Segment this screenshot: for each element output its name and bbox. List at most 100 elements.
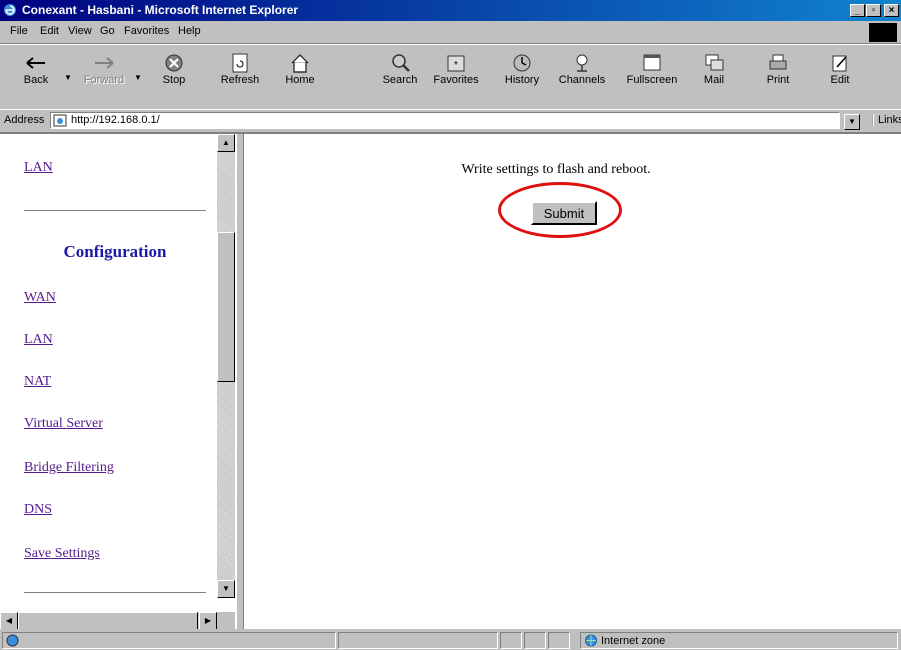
favorites-button[interactable]: * Favorites: [430, 49, 482, 103]
refresh-button[interactable]: Refresh: [214, 49, 266, 103]
address-input[interactable]: http://192.168.0.1/: [50, 112, 840, 129]
sidebar-divider-bottom: [24, 592, 206, 594]
home-label: Home: [285, 74, 315, 86]
forward-dropdown-icon[interactable]: ▼: [134, 73, 142, 82]
scroll-left-icon[interactable]: ◀: [0, 612, 18, 629]
toolbar: Back ▼ Forward ▼ Stop Refresh Home Searc…: [0, 44, 901, 110]
status-bar: Internet zone: [0, 630, 901, 650]
maximize-button[interactable]: ▫: [866, 4, 881, 17]
address-bar: Address http://192.168.0.1/ ▼ Links: [0, 109, 901, 133]
sidebar-link-lan[interactable]: LAN: [24, 332, 53, 348]
sidebar-link-lan-top[interactable]: LAN: [24, 160, 53, 176]
print-button[interactable]: Print: [752, 49, 804, 103]
back-dropdown-icon[interactable]: ▼: [64, 73, 72, 82]
ie-logo-icon: [4, 4, 16, 16]
status-panel-4: [524, 632, 546, 649]
sidebar-link-wan[interactable]: WAN: [24, 290, 56, 306]
back-label: Back: [23, 74, 49, 86]
menu-go[interactable]: Go: [100, 25, 115, 37]
home-icon: [291, 54, 309, 73]
search-icon: [392, 54, 410, 72]
scroll-right-icon[interactable]: ▶: [199, 612, 217, 629]
fullscreen-button[interactable]: Fullscreen: [626, 49, 678, 103]
menu-help[interactable]: Help: [178, 25, 201, 37]
mail-icon: [705, 54, 724, 71]
history-label: History: [504, 74, 540, 86]
print-icon: [769, 54, 787, 70]
edit-label: Edit: [830, 74, 850, 86]
channels-icon: [576, 54, 588, 72]
minimize-button[interactable]: _: [850, 4, 865, 17]
stop-label: Stop: [162, 74, 186, 86]
highlight-circle: [498, 182, 622, 238]
internet-zone-label: Internet zone: [601, 635, 666, 647]
refresh-label: Refresh: [220, 74, 260, 86]
address-url: http://192.168.0.1/: [71, 114, 160, 126]
sidebar-heading: Configuration: [63, 242, 167, 261]
forward-button[interactable]: Forward: [78, 49, 130, 103]
sidebar-link-nat[interactable]: NAT: [24, 374, 51, 390]
close-button[interactable]: ×: [884, 4, 899, 17]
page-status-icon: [6, 634, 19, 647]
frame-splitter[interactable]: [236, 134, 244, 629]
status-panel-3: [500, 632, 522, 649]
svg-text:*: *: [454, 60, 458, 71]
forward-arrow-icon: [95, 57, 114, 69]
sidebar-divider-top: [24, 210, 206, 212]
mail-label: Mail: [703, 74, 725, 86]
search-button[interactable]: Search: [374, 49, 426, 103]
menu-bar: File Edit View Go Favorites Help: [0, 22, 901, 44]
status-panel-2: [338, 632, 498, 649]
back-button[interactable]: Back: [10, 49, 62, 103]
scroll-up-icon[interactable]: ▲: [217, 134, 235, 152]
status-panel-main: [2, 632, 336, 649]
channels-button[interactable]: Channels: [556, 49, 608, 103]
menu-view[interactable]: View: [68, 25, 92, 37]
sidebar-vertical-scrollbar[interactable]: ▲ ▼: [217, 134, 235, 598]
title-bar[interactable]: Conexant - Hasbani - Microsoft Internet …: [0, 0, 901, 21]
internet-zone-icon: [585, 634, 597, 647]
favorites-icon: *: [447, 55, 465, 72]
sidebar-link-save-settings[interactable]: Save Settings: [24, 546, 100, 562]
sidebar-link-bridge-filtering[interactable]: Bridge Filtering: [24, 460, 114, 476]
address-label: Address: [4, 114, 45, 126]
fullscreen-icon: [643, 54, 661, 71]
window-title: Conexant - Hasbani - Microsoft Internet …: [22, 3, 299, 17]
back-arrow-icon: [26, 57, 45, 69]
vertical-scroll-thumb[interactable]: [217, 232, 235, 382]
print-label: Print: [766, 74, 790, 86]
stop-button[interactable]: Stop: [148, 49, 200, 103]
horizontal-scroll-thumb[interactable]: [18, 612, 198, 629]
status-panel-zone: Internet zone: [580, 632, 898, 649]
history-icon: [513, 54, 531, 72]
edit-icon: [832, 55, 847, 72]
sidebar-horizontal-scrollbar[interactable]: ◀ ▶: [0, 612, 217, 629]
address-dropdown-icon[interactable]: ▼: [844, 114, 860, 130]
left-frame: LAN Configuration WAN LAN NAT Virtual Se…: [0, 134, 236, 629]
channels-label: Channels: [558, 74, 606, 86]
write-settings-message: Write settings to flash and reboot.: [461, 162, 651, 177]
scrollbar-corner: [217, 612, 235, 629]
windows-logo-icon: [869, 23, 897, 42]
sidebar-link-virtual-server[interactable]: Virtual Server: [24, 416, 103, 432]
refresh-icon: [232, 53, 248, 73]
menu-favorites[interactable]: Favorites: [124, 25, 169, 37]
fullscreen-label: Fullscreen: [626, 74, 678, 86]
stop-icon: [165, 54, 183, 72]
status-panel-5: [548, 632, 570, 649]
menu-edit[interactable]: Edit: [40, 25, 59, 37]
menu-file[interactable]: File: [10, 25, 28, 37]
page-icon: [53, 114, 67, 127]
search-label: Search: [382, 74, 418, 86]
scroll-down-icon[interactable]: ▼: [217, 580, 235, 598]
content-area: LAN Configuration WAN LAN NAT Virtual Se…: [0, 132, 901, 629]
forward-label: Forward: [83, 74, 125, 86]
history-button[interactable]: History: [496, 49, 548, 103]
sidebar-link-dns[interactable]: DNS: [24, 502, 52, 518]
links-button[interactable]: Links: [872, 114, 901, 126]
favorites-label: Favorites: [433, 74, 479, 86]
edit-button[interactable]: Edit: [814, 49, 866, 103]
mail-button[interactable]: Mail: [688, 49, 740, 103]
home-button[interactable]: Home: [274, 49, 326, 103]
right-frame: Write settings to flash and reboot. Subm…: [244, 134, 901, 629]
